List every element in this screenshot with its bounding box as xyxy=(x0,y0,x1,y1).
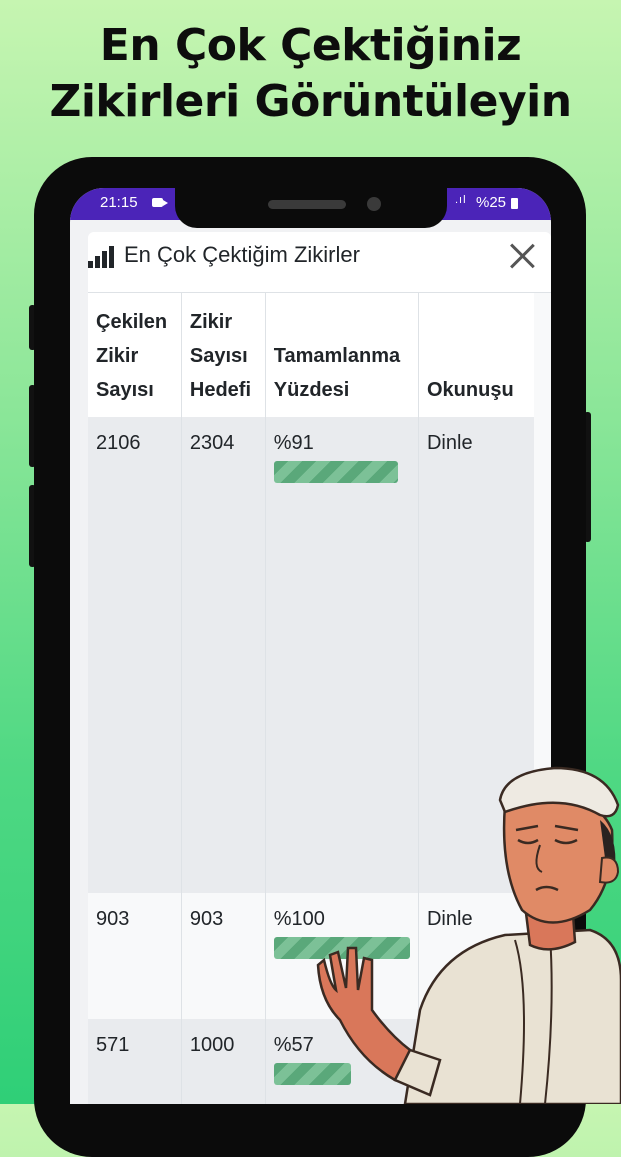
progress-bar xyxy=(273,461,398,483)
cell-count: 571 xyxy=(88,1019,182,1104)
header-target: Zikir Sayısı Hedefi xyxy=(181,293,266,417)
cell-count: 903 xyxy=(88,893,182,1019)
promo-title-line-1: En Çok Çektiğiniz xyxy=(99,20,522,71)
header-percent: Tamamlanma Yüzdesi xyxy=(265,293,419,417)
praying-man-illustration xyxy=(316,766,621,1104)
battery-icon xyxy=(511,198,518,209)
screen-record-icon xyxy=(152,198,168,207)
modal-header: En Çok Çektiğim Zikirler xyxy=(88,232,551,293)
percent-label: %91 xyxy=(273,432,314,454)
header-listen: Okunuşu xyxy=(418,293,534,417)
phone-speaker xyxy=(268,200,346,209)
promo-title: En Çok Çektiğiniz Zikirleri Görüntüleyin xyxy=(0,18,621,130)
battery-percent: %25 xyxy=(476,194,507,211)
bar-chart-icon xyxy=(88,246,118,268)
cell-target: 2304 xyxy=(181,417,266,893)
cell-target: 1000 xyxy=(181,1019,266,1104)
modal-title: En Çok Çektiğim Zikirler xyxy=(124,242,360,267)
cell-target: 903 xyxy=(181,893,266,1019)
header-count: Çekilen Zikir Sayısı xyxy=(88,293,182,417)
table-header-row: Çekilen Zikir Sayısı Zikir Sayısı Hedefi… xyxy=(88,293,534,417)
close-icon[interactable] xyxy=(508,242,536,270)
cell-count: 2106 xyxy=(88,417,182,893)
status-time: 21:15 xyxy=(100,194,138,211)
signal-icon: .ıl xyxy=(455,194,467,206)
promo-title-line-2: Zikirleri Görüntüleyin xyxy=(49,76,572,127)
phone-camera xyxy=(367,197,381,211)
